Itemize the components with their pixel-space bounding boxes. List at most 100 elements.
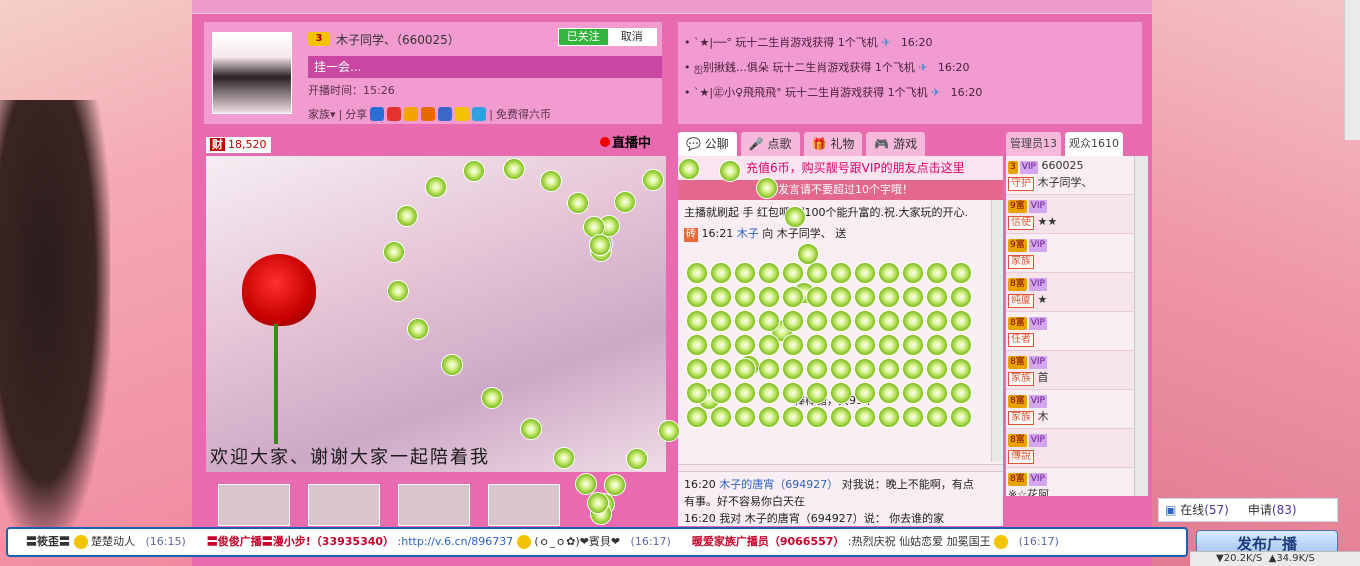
guest-thumbnail[interactable] xyxy=(308,484,380,526)
tab-admins[interactable]: 管理员13 xyxy=(1006,132,1061,156)
lollipop-gift-icon xyxy=(758,406,780,428)
chat-scrollbar[interactable] xyxy=(991,200,1003,462)
private-message-time: 16:20 xyxy=(684,478,716,491)
user-row[interactable]: 8富 VIP 傳說 xyxy=(1006,429,1148,468)
share-douban-icon[interactable] xyxy=(421,107,436,121)
lollipop-gift-icon xyxy=(587,492,609,514)
lollipop-gift-icon xyxy=(710,382,732,404)
vip-badge: VIP xyxy=(1028,356,1047,369)
anchor-status-message: 挂一会... xyxy=(308,56,662,78)
user-name: 木 xyxy=(1037,410,1049,423)
share-renren-icon[interactable] xyxy=(370,107,385,121)
gift-time: 16:21 xyxy=(701,227,734,240)
page-scrollbar[interactable] xyxy=(1344,0,1360,140)
notice-user[interactable]: `★|──° xyxy=(694,36,732,49)
marquee-text[interactable]: :http://v.6.cn/896737 xyxy=(398,535,514,548)
lollipop-gift-icon xyxy=(758,286,780,308)
free-coins-link[interactable]: 免费得六币 xyxy=(496,106,551,122)
private-message-user[interactable]: 木子的唐宵（694927） xyxy=(719,478,838,491)
vip-badge: VIP xyxy=(1028,395,1047,408)
notice-time: 16:20 xyxy=(900,36,933,49)
lollipop-gift-icon xyxy=(758,334,780,356)
lollipop-gift-icon xyxy=(950,286,972,308)
user-row[interactable]: 8富 VIP ※☆花阿 xyxy=(1006,468,1148,496)
vip-badge: VIP xyxy=(1028,200,1047,213)
cancel-follow-button[interactable]: 取消 xyxy=(607,29,656,45)
lollipop-gift-icon xyxy=(758,262,780,284)
lollipop-gift-icon xyxy=(520,418,542,440)
live-label: 直播中 xyxy=(612,136,652,151)
video-player[interactable]: 欢迎大家、谢谢大家一起陪着我 xyxy=(206,156,666,472)
family-menu[interactable]: 家族▾ xyxy=(308,106,336,122)
share-weibo-icon[interactable] xyxy=(387,107,402,121)
followed-button[interactable]: 已关注 xyxy=(559,29,608,45)
user-row[interactable]: 9富 VIP 信使 ★★ xyxy=(1006,195,1148,234)
lollipop-gift-icon xyxy=(902,382,924,404)
rose-gift-icon xyxy=(242,254,316,326)
share-qzone-icon[interactable] xyxy=(404,107,419,121)
user-name: 首 xyxy=(1037,371,1049,384)
notice-user[interactable]: `★|㊣小♀飛飛飛° xyxy=(694,86,782,99)
anchor-avatar[interactable] xyxy=(212,32,292,114)
toolbar-divider: | xyxy=(489,107,493,121)
wealth-level-badge: 8富 xyxy=(1008,317,1027,330)
vip-badge: VIP xyxy=(1028,278,1047,291)
user-row[interactable]: 9富 VIP 家族 xyxy=(1006,234,1148,273)
online-label[interactable]: 在线 xyxy=(1180,503,1204,517)
lollipop-gift-icon xyxy=(830,334,852,356)
lollipop-gift-icon xyxy=(782,358,804,380)
lollipop-gift-icon xyxy=(878,286,900,308)
notice-row: • ஐ别揪銭…俱朵 玩十二生肖游戏获得 1个飞机 ✈ 16:20 xyxy=(684,55,1136,80)
notice-text: 玩十二生肖游戏获得 1个飞机 xyxy=(785,86,928,99)
lollipop-gift-icon xyxy=(540,170,562,192)
marquee-user[interactable]: 暖爱家族广播员（9066557） xyxy=(692,535,845,548)
gift-sender[interactable]: 木子 xyxy=(737,227,759,240)
chat-split-handle[interactable] xyxy=(678,464,1003,472)
anchor-name[interactable]: 木子同学、（660025） xyxy=(336,31,460,48)
lollipop-gift-icon xyxy=(950,262,972,284)
share-tencent-icon[interactable] xyxy=(472,107,487,121)
guest-thumbnail[interactable] xyxy=(398,484,470,526)
marquee-item: 〓筱歪〓 楚楚动人 (16:15) xyxy=(26,535,189,549)
smile-emoji-icon xyxy=(516,535,531,549)
lollipop-gift-icon xyxy=(830,262,852,284)
guest-thumbnail[interactable] xyxy=(488,484,560,526)
lollipop-gift-icon xyxy=(758,310,780,332)
tab-public-chat[interactable]: 💬 公聊 xyxy=(678,132,737,156)
tab-games[interactable]: 🎮 游戏 xyxy=(866,132,926,156)
tab-song-request[interactable]: 🎤 点歌 xyxy=(740,132,800,156)
live-indicator: 直播中 xyxy=(600,132,651,151)
rose-stem xyxy=(274,324,278,444)
apply-label[interactable]: 申请 xyxy=(1248,503,1272,517)
share-kaixin-icon[interactable] xyxy=(455,107,470,121)
marquee-user[interactable]: 〓俊俊广播〓漫小步!（33935340） xyxy=(207,535,394,548)
lollipop-gift-icon xyxy=(854,286,876,308)
wealth-level-badge: 8富 xyxy=(1008,356,1027,369)
tab-audience[interactable]: 观众1610 xyxy=(1065,132,1123,156)
lollipop-gift-icon xyxy=(950,358,972,380)
chat-message: 主播就刷起 手 红包吧.刷100个能升富的.祝.大家玩的开心. xyxy=(684,206,968,219)
lollipop-gift-icon xyxy=(686,334,708,356)
download-arrow-icon: ▼ xyxy=(1216,553,1224,564)
vip-badge: VIP xyxy=(1028,434,1047,447)
lollipop-gift-icon xyxy=(806,382,828,404)
marquee-time: (16:17) xyxy=(630,535,671,548)
share-baidu-icon[interactable] xyxy=(438,107,453,121)
vip-badge: VIP xyxy=(1019,161,1038,174)
audience-scrollbar[interactable] xyxy=(1134,156,1148,496)
user-row[interactable]: 8富 VIP 家族 木 xyxy=(1006,390,1148,429)
lollipop-gift-icon xyxy=(782,334,804,356)
background-photo-left xyxy=(0,0,192,566)
lollipop-gift-icon xyxy=(854,310,876,332)
user-row[interactable]: 8富 VIP 纯厦 ★ xyxy=(1006,273,1148,312)
marquee-user[interactable]: 〓筱歪〓 xyxy=(26,535,70,548)
lollipop-gift-icon xyxy=(830,358,852,380)
lollipop-gift-icon xyxy=(686,310,708,332)
tab-gifts[interactable]: 🎁 礼物 xyxy=(803,132,863,156)
notice-user[interactable]: ஐ别揪銭…俱朵 xyxy=(694,61,769,74)
guest-thumbnail[interactable] xyxy=(218,484,290,526)
user-row[interactable]: 8富 VIP 家族 首 xyxy=(1006,351,1148,390)
user-row[interactable]: 3 VIP 660025 守护 木子同学、 xyxy=(1006,156,1148,195)
video-caption: 欢迎大家、谢谢大家一起陪着我 xyxy=(210,447,490,468)
user-row[interactable]: 8富 VIP 任者 xyxy=(1006,312,1148,351)
